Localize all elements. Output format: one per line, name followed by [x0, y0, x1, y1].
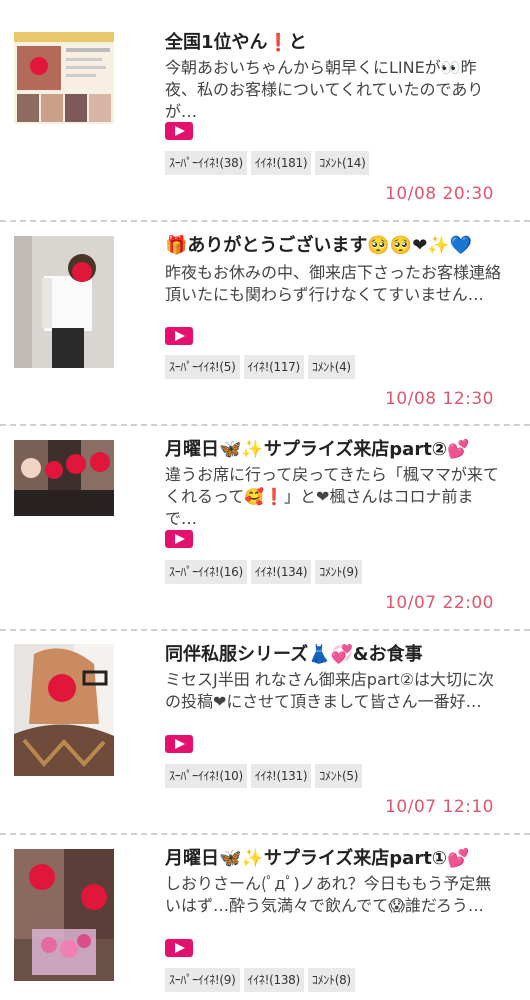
post-title[interactable]: 月曜日🦋✨サプライズ来店part②💕	[165, 438, 510, 462]
like-badge[interactable]: ｲｲﾈ!(134)	[250, 560, 312, 584]
group-photo-image	[14, 440, 114, 516]
reaction-badges: ｽｰﾊﾟｰｲｲﾈ!(10) ｲｲﾈ!(131) ｺﾒﾝﾄ(5)	[165, 764, 363, 788]
comment-badge[interactable]: ｺﾒﾝﾄ(4)	[307, 355, 355, 379]
post-separator	[0, 629, 530, 631]
play-video-icon[interactable]	[165, 939, 193, 957]
post-excerpt: ミセスJ半田 れなさん御来店part②は大切に次の投稿❤にさせて頂きまして皆さん…	[165, 670, 494, 711]
post-date: 10/08 20:30	[385, 184, 494, 204]
exclamation-icon: ❗	[267, 33, 289, 53]
post-title-suffix: と	[288, 32, 307, 53]
post-title-text: 全国1位やん	[165, 32, 268, 53]
comment-badge[interactable]: ｺﾒﾝﾄ(14)	[315, 151, 370, 175]
woman-photo-image	[14, 236, 114, 368]
reaction-badges: ｽｰﾊﾟｰｲｲﾈ!(5) ｲｲﾈ!(117) ｺﾒﾝﾄ(4)	[165, 355, 355, 379]
post-thumbnail[interactable]	[14, 644, 114, 776]
post-title[interactable]: 全国1位やん❗と	[165, 31, 510, 55]
post-title[interactable]: 月曜日🦋✨サプライズ来店part①💕	[165, 847, 510, 871]
comment-badge[interactable]: ｺﾒﾝﾄ(8)	[307, 968, 355, 992]
post-excerpt: 昨夜もお休みの中、御来店下さったお客様連絡頂いたにも関わらず行けなくてすいません…	[165, 263, 502, 304]
play-video-icon[interactable]	[165, 122, 193, 140]
reaction-badges: ｽｰﾊﾟｰｲｲﾈ!(16) ｲｲﾈ!(134) ｺﾒﾝﾄ(9)	[165, 560, 363, 584]
super-like-badge[interactable]: ｽｰﾊﾟｰｲｲﾈ!(38)	[165, 151, 247, 175]
post-thumbnail[interactable]	[14, 32, 114, 124]
ranking-screenshot-image	[14, 32, 114, 124]
like-badge[interactable]: ｲｲﾈ!(117)	[243, 355, 304, 379]
post-thumbnail[interactable]	[14, 440, 114, 516]
post-separator	[0, 220, 530, 222]
post-excerpt: しおりさーん(ﾟдﾟ)ノあれ？今日ももう予定無いはず…酔う気満々で飲んでて😱誰だ…	[165, 874, 492, 915]
super-like-badge[interactable]: ｽｰﾊﾟｰｲｲﾈ!(5)	[165, 355, 240, 379]
play-video-icon[interactable]	[165, 735, 193, 753]
post-date: 10/07 22:00	[385, 593, 494, 613]
post-separator	[0, 833, 530, 835]
play-video-icon[interactable]	[165, 530, 193, 548]
super-like-badge[interactable]: ｽｰﾊﾟｰｲｲﾈ!(9)	[165, 968, 240, 992]
reaction-badges: ｽｰﾊﾟｰｲｲﾈ!(9) ｲｲﾈ!(138) ｺﾒﾝﾄ(8)	[165, 968, 355, 992]
super-like-badge[interactable]: ｽｰﾊﾟｰｲｲﾈ!(10)	[165, 764, 247, 788]
post-thumbnail[interactable]	[14, 236, 114, 368]
like-badge[interactable]: ｲｲﾈ!(138)	[243, 968, 304, 992]
post-thumbnail[interactable]	[14, 849, 114, 981]
flowers-photo-image	[14, 849, 114, 981]
super-like-badge[interactable]: ｽｰﾊﾟｰｲｲﾈ!(16)	[165, 560, 247, 584]
comment-badge[interactable]: ｺﾒﾝﾄ(9)	[315, 560, 363, 584]
post-title[interactable]: 🎁ありがとうございます🥺🥺❤✨💙	[165, 234, 510, 258]
post-excerpt: 違うお席に行って戻ってきたら「楓ママが来てくれるって🥰❗」と❤楓さんはコロナ前ま…	[165, 465, 499, 528]
selfie-photo-image	[14, 644, 114, 776]
like-badge[interactable]: ｲｲﾈ!(131)	[250, 764, 312, 788]
comment-badge[interactable]: ｺﾒﾝﾄ(5)	[315, 764, 363, 788]
post-date: 10/07 12:10	[385, 797, 494, 817]
post-separator	[0, 424, 530, 426]
play-video-icon[interactable]	[165, 327, 193, 345]
post-excerpt: 今朝あおいちゃんから朝早くにLINEが👀昨夜、私のお客様についてくれていたのであ…	[165, 58, 484, 121]
reaction-badges: ｽｰﾊﾟｰｲｲﾈ!(38) ｲｲﾈ!(181) ｺﾒﾝﾄ(14)	[165, 151, 370, 175]
post-title[interactable]: 同伴私服シリーズ👗💞&お食事	[165, 643, 510, 667]
like-badge[interactable]: ｲｲﾈ!(181)	[250, 151, 312, 175]
post-date: 10/08 12:30	[385, 389, 494, 409]
